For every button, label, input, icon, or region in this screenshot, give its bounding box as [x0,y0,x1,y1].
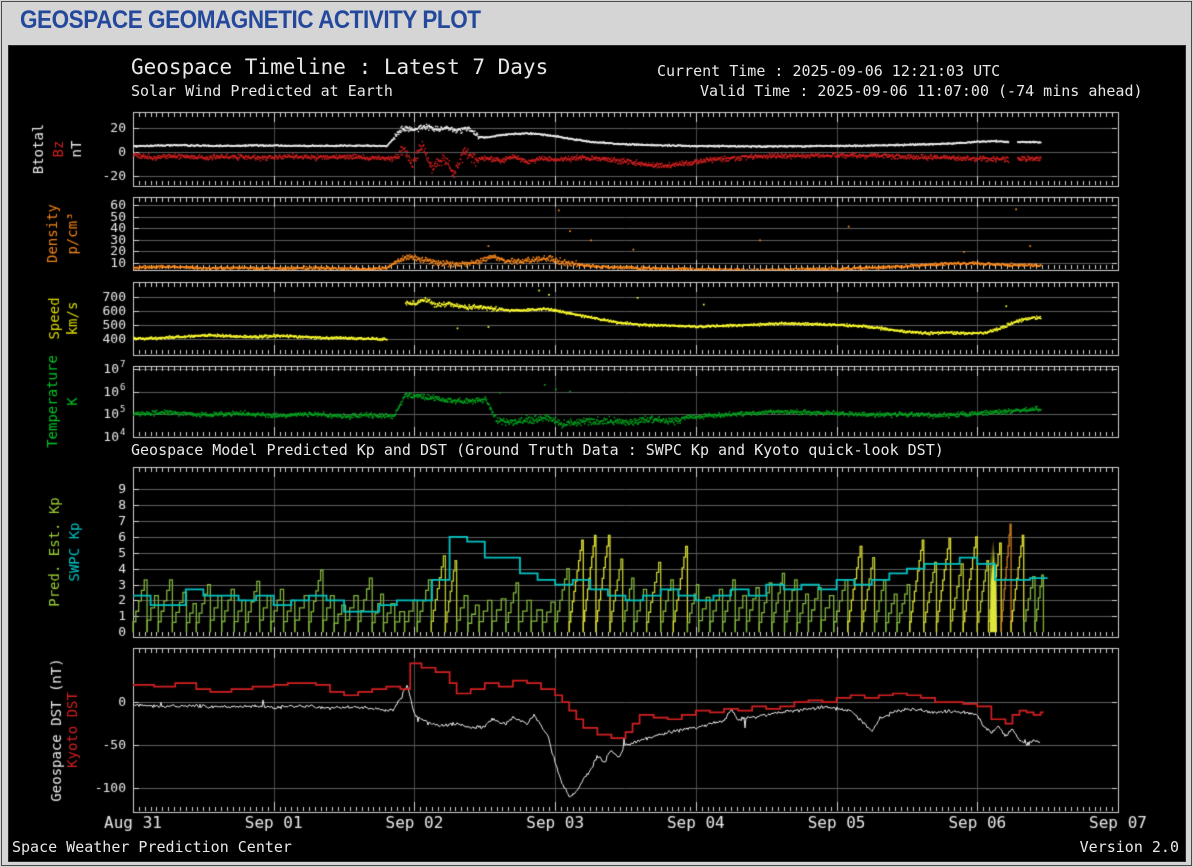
current-time: Current Time : 2025-09-06 12:21:03 UTC [657,62,1001,80]
plot-title: Geospace Timeline : Latest 7 Days [131,55,549,79]
plot-image: Geospace Timeline : Latest 7 Days Curren… [8,45,1186,862]
mid-plot-title: Geospace Model Predicted Kp and DST (Gro… [131,441,944,459]
plot-subtitle: Solar Wind Predicted at Earth [131,82,393,100]
valid-time: Valid Time : 2025-09-06 11:07:00 (-74 mi… [700,82,1143,100]
geospace-activity-page: GEOSPACE GEOMAGNETIC ACTIVITY PLOT Geosp… [0,0,1193,867]
page-title: GEOSPACE GEOMAGNETIC ACTIVITY PLOT [20,6,481,34]
app-header: GEOSPACE GEOMAGNETIC ACTIVITY PLOT [20,6,532,40]
footer-version: Version 2.0 [1079,838,1179,856]
footer-credit: Space Weather Prediction Center [12,838,292,856]
